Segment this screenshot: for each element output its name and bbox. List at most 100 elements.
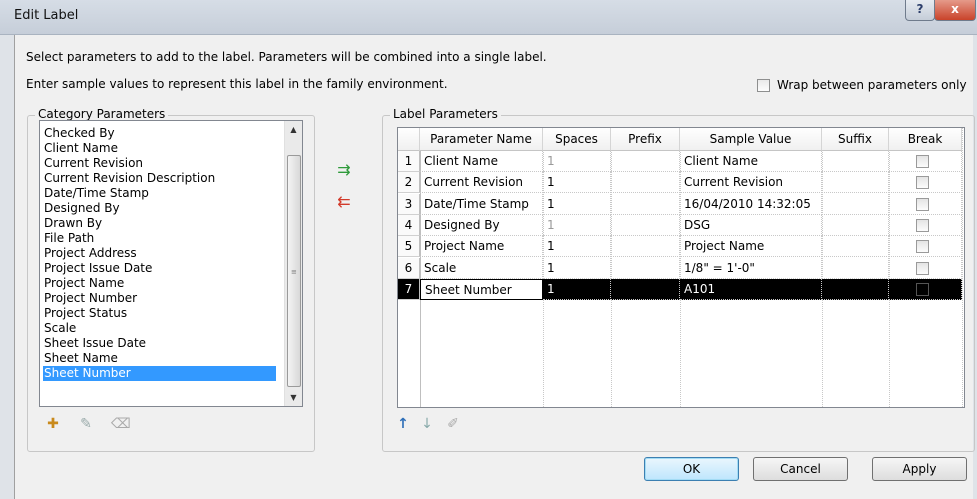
break-checkbox[interactable] xyxy=(915,240,929,254)
category-parameter-item[interactable]: Current Revision xyxy=(43,156,276,171)
cell-parameter-name[interactable]: Current Revision xyxy=(420,172,543,194)
break-checkbox[interactable] xyxy=(915,197,929,211)
cancel-button[interactable]: Cancel xyxy=(753,457,848,481)
row-number[interactable]: 4 xyxy=(398,214,420,236)
close-button[interactable]: x xyxy=(934,0,976,21)
row-number[interactable]: 2 xyxy=(398,172,420,194)
add-to-label-icon[interactable]: ⇉ xyxy=(336,162,352,178)
cell-sample-value[interactable]: Client Name xyxy=(680,151,822,172)
cell-sample-value[interactable]: Project Name xyxy=(680,236,822,258)
category-parameter-item[interactable]: Date/Time Stamp xyxy=(43,186,276,201)
category-parameter-item[interactable]: Sheet Issue Date xyxy=(43,336,276,351)
category-parameter-item[interactable]: Sheet Name xyxy=(43,351,276,366)
remove-parameter-icon[interactable]: ⌫ xyxy=(111,416,131,432)
category-parameter-item[interactable]: Project Issue Date xyxy=(43,261,276,276)
move-up-icon[interactable]: ↑ xyxy=(395,416,411,432)
cell-parameter-name[interactable]: Scale xyxy=(420,257,543,279)
cell-suffix[interactable] xyxy=(822,193,889,215)
add-parameter-icon[interactable]: ✚ xyxy=(45,416,61,432)
cell-break[interactable] xyxy=(889,257,962,279)
cell-break[interactable] xyxy=(889,172,962,194)
ok-button[interactable]: OK xyxy=(644,457,739,481)
category-parameter-item[interactable]: Designed By xyxy=(43,201,276,216)
category-list-scrollbar[interactable]: ▲ ≡ ▼ xyxy=(284,121,302,406)
cell-spaces[interactable]: 1 xyxy=(543,214,611,236)
category-parameter-item[interactable]: Checked By xyxy=(43,126,276,141)
cell-sample-value[interactable]: DSG xyxy=(680,214,822,236)
cell-suffix[interactable] xyxy=(822,214,889,236)
column-header-spaces[interactable]: Spaces xyxy=(543,128,611,151)
cell-suffix[interactable] xyxy=(822,151,889,172)
category-parameter-item[interactable]: Project Name xyxy=(43,276,276,291)
cell-prefix[interactable] xyxy=(611,236,680,258)
category-parameters-list[interactable]: Checked By Client Name Current Revision Cur… xyxy=(39,120,303,407)
cell-break[interactable] xyxy=(889,236,962,258)
cell-parameter-name[interactable]: Sheet Number xyxy=(420,278,543,300)
cell-break[interactable] xyxy=(889,151,962,172)
break-checkbox[interactable] xyxy=(915,261,929,275)
column-header-parameter-name[interactable]: Parameter Name xyxy=(420,128,543,151)
help-button[interactable]: ? xyxy=(905,0,935,21)
cell-suffix[interactable] xyxy=(822,172,889,194)
cell-parameter-name[interactable]: Date/Time Stamp xyxy=(420,193,543,215)
cell-spaces[interactable]: 1 xyxy=(543,172,611,194)
break-checkbox[interactable] xyxy=(915,155,929,168)
category-parameter-item[interactable]: Sheet Number xyxy=(43,366,276,381)
row-number[interactable]: 3 xyxy=(398,193,420,215)
cell-parameter-name[interactable]: Client Name xyxy=(420,151,543,172)
scroll-up-icon[interactable]: ▲ xyxy=(285,121,302,138)
cell-sample-value[interactable]: A101 xyxy=(680,278,822,300)
cell-spaces[interactable]: 1 xyxy=(543,257,611,279)
move-down-icon[interactable]: ↓ xyxy=(419,416,435,432)
cell-spaces[interactable]: 1 xyxy=(543,278,611,300)
column-header-prefix[interactable]: Prefix xyxy=(611,128,680,151)
row-number[interactable]: 5 xyxy=(398,236,420,258)
category-parameter-item[interactable]: Client Name xyxy=(43,141,276,156)
cell-spaces[interactable]: 1 xyxy=(543,151,611,172)
remove-from-label-icon[interactable]: ⇇ xyxy=(336,194,352,210)
row-number[interactable]: 6 xyxy=(398,257,420,279)
cell-suffix[interactable] xyxy=(822,278,889,300)
cell-break[interactable] xyxy=(889,193,962,215)
edit-parameter-icon[interactable]: ✎ xyxy=(78,416,94,432)
break-checkbox[interactable] xyxy=(915,282,929,296)
category-parameter-item[interactable]: Project Status xyxy=(43,306,276,321)
cell-prefix[interactable] xyxy=(611,257,680,279)
wrap-between-parameters-checkbox[interactable] xyxy=(757,79,770,92)
row-number[interactable]: 7 xyxy=(398,278,420,300)
cell-prefix[interactable] xyxy=(611,278,680,300)
category-parameter-item[interactable]: Drawn By xyxy=(43,216,276,231)
category-parameter-item[interactable]: Scale xyxy=(43,321,276,336)
column-header-break[interactable]: Break xyxy=(889,128,962,151)
cell-suffix[interactable] xyxy=(822,257,889,279)
cell-prefix[interactable] xyxy=(611,193,680,215)
category-parameter-item[interactable]: File Path xyxy=(43,231,276,246)
cell-sample-value[interactable]: Current Revision xyxy=(680,172,822,194)
category-parameter-item[interactable]: Project Number xyxy=(43,291,276,306)
column-header-sample-value[interactable]: Sample Value xyxy=(680,128,822,151)
break-checkbox[interactable] xyxy=(915,176,929,190)
break-checkbox[interactable] xyxy=(915,218,929,232)
label-parameters-grid[interactable]: Parameter Name Spaces Prefix Sample Value Su… xyxy=(397,127,965,408)
cell-break[interactable] xyxy=(889,278,962,300)
column-header-suffix[interactable]: Suffix xyxy=(822,128,889,151)
category-parameter-item[interactable]: Project Address xyxy=(43,246,276,261)
apply-button[interactable]: Apply xyxy=(872,457,967,481)
cell-spaces[interactable]: 1 xyxy=(543,236,611,258)
cell-suffix[interactable] xyxy=(822,236,889,258)
cell-sample-value[interactable]: 1/8" = 1'-0" xyxy=(680,257,822,279)
cell-parameter-name[interactable]: Designed By xyxy=(420,214,543,236)
scroll-down-icon[interactable]: ▼ xyxy=(285,389,302,406)
cell-parameter-name[interactable]: Project Name xyxy=(420,236,543,258)
row-number[interactable]: 1 xyxy=(398,151,420,172)
cell-break[interactable] xyxy=(889,214,962,236)
cell-prefix[interactable] xyxy=(611,172,680,194)
edit-label-dialog: Edit Label ? x Select parameters to add … xyxy=(0,0,977,499)
edit-format-icon[interactable]: ✐ xyxy=(445,416,461,432)
cell-spaces[interactable]: 1 xyxy=(543,193,611,215)
cell-prefix[interactable] xyxy=(611,151,680,172)
category-parameter-item[interactable]: Current Revision Description xyxy=(43,171,276,186)
cell-prefix[interactable] xyxy=(611,214,680,236)
cell-sample-value[interactable]: 16/04/2010 14:32:05 xyxy=(680,193,822,215)
scroll-thumb[interactable]: ≡ xyxy=(287,155,301,387)
